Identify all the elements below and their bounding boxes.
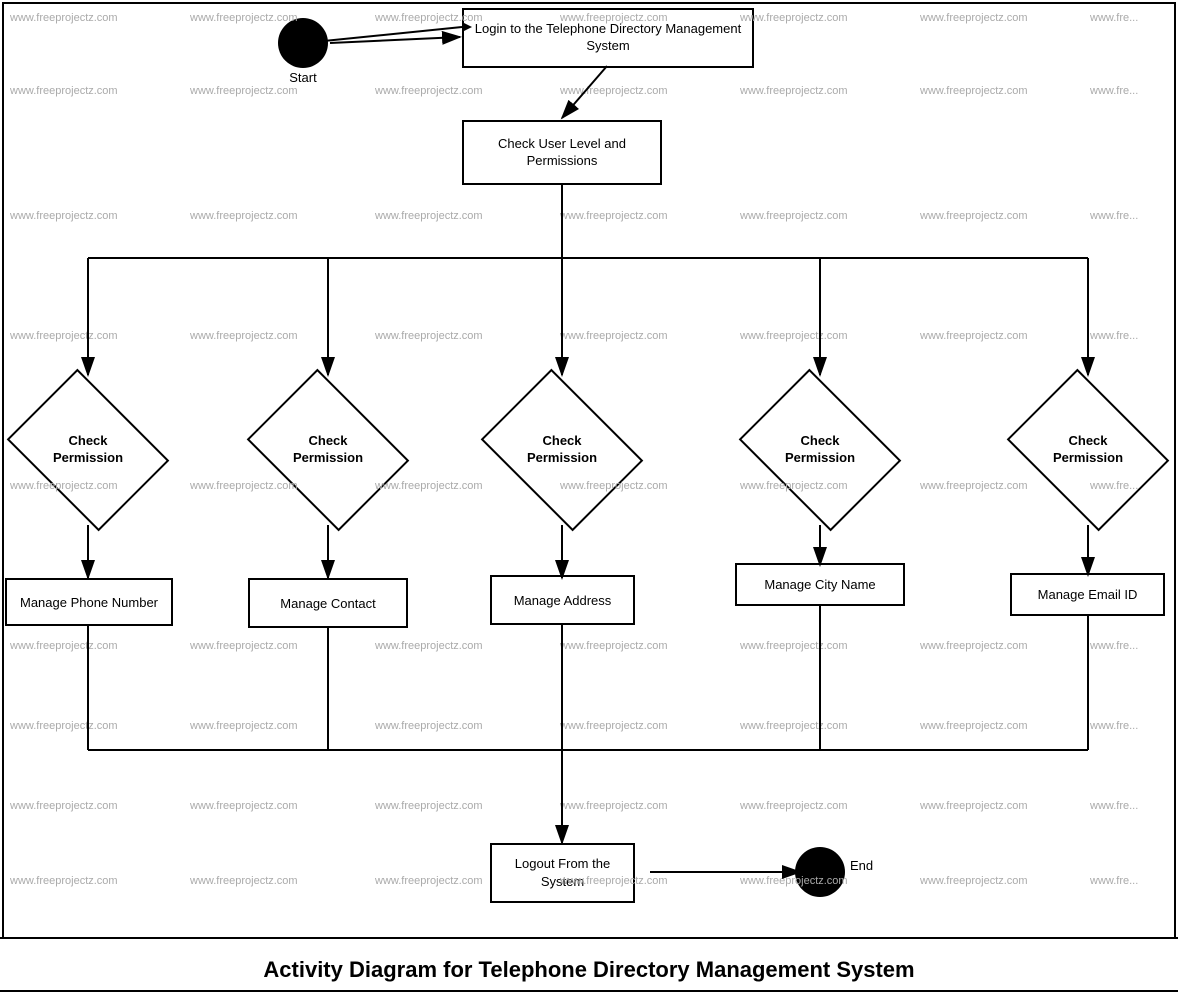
manage-city-box: Manage City Name xyxy=(735,563,905,606)
wm: www.freeprojectz.com xyxy=(560,640,668,652)
wm: www.freeprojectz.com xyxy=(190,640,298,652)
diamond1-wrapper: CheckPermission xyxy=(20,375,156,525)
wm: www.fre... xyxy=(1090,12,1138,24)
wm: www.freeprojectz.com xyxy=(10,210,118,222)
wm: www.freeprojectz.com xyxy=(920,640,1028,652)
diamond2-text: CheckPermission xyxy=(293,433,363,467)
wm: www.fre... xyxy=(1090,875,1138,887)
check-permissions-box: Check User Level and Permissions xyxy=(462,120,662,185)
wm: www.freeprojectz.com xyxy=(375,330,483,342)
wm: www.freeprojectz.com xyxy=(375,875,483,887)
wm: www.freeprojectz.com xyxy=(920,720,1028,732)
wm: www.freeprojectz.com xyxy=(10,12,118,24)
wm: www.freeprojectz.com xyxy=(740,12,848,24)
wm: www.freeprojectz.com xyxy=(190,85,298,97)
wm: www.freeprojectz.com xyxy=(920,210,1028,222)
start-label: Start xyxy=(278,70,328,85)
wm: www.freeprojectz.com xyxy=(10,85,118,97)
wm: www.freeprojectz.com xyxy=(190,800,298,812)
login-box: Login to the Telephone Directory Managem… xyxy=(462,8,754,68)
wm: www.fre... xyxy=(1090,800,1138,812)
wm: www.freeprojectz.com xyxy=(740,720,848,732)
wm: www.freeprojectz.com xyxy=(560,330,668,342)
wm: www.freeprojectz.com xyxy=(560,85,668,97)
wm: www.freeprojectz.com xyxy=(190,720,298,732)
manage-phone-box: Manage Phone Number xyxy=(5,578,173,626)
wm: www.freeprojectz.com xyxy=(375,800,483,812)
wm: www.freeprojectz.com xyxy=(10,875,118,887)
wm: www.fre... xyxy=(1090,210,1138,222)
wm: www.freeprojectz.com xyxy=(740,800,848,812)
diamond2-wrapper: CheckPermission xyxy=(260,375,396,525)
wm: www.freeprojectz.com xyxy=(190,210,298,222)
wm: www.freeprojectz.com xyxy=(10,720,118,732)
wm: www.fre... xyxy=(1090,640,1138,652)
wm: www.fre... xyxy=(1090,330,1138,342)
wm: www.freeprojectz.com xyxy=(740,330,848,342)
wm: www.freeprojectz.com xyxy=(920,330,1028,342)
wm: www.freeprojectz.com xyxy=(560,210,668,222)
wm: www.freeprojectz.com xyxy=(740,640,848,652)
end-label: End xyxy=(850,858,873,873)
wm: www.freeprojectz.com xyxy=(10,640,118,652)
wm: www.freeprojectz.com xyxy=(560,720,668,732)
wm: www.freeprojectz.com xyxy=(375,720,483,732)
wm: www.freeprojectz.com xyxy=(560,800,668,812)
wm: www.freeprojectz.com xyxy=(375,85,483,97)
wm: www.freeprojectz.com xyxy=(740,85,848,97)
start-circle xyxy=(278,18,328,68)
manage-contact-box: Manage Contact xyxy=(248,578,408,628)
diagram-title: Activity Diagram for Telephone Directory… xyxy=(0,937,1178,992)
diagram-container: www.freeprojectz.com www.freeprojectz.co… xyxy=(0,0,1178,992)
manage-address-box: Manage Address xyxy=(490,575,635,625)
wm: www.freeprojectz.com xyxy=(920,480,1028,492)
diamond3-text: CheckPermission xyxy=(527,433,597,467)
manage-email-box: Manage Email ID xyxy=(1010,573,1165,616)
diamond4-wrapper: CheckPermission xyxy=(752,375,888,525)
wm: www.freeprojectz.com xyxy=(375,210,483,222)
diamond5-wrapper: CheckPermission xyxy=(1020,375,1156,525)
wm: www.fre... xyxy=(1090,720,1138,732)
wm: www.fre... xyxy=(1090,85,1138,97)
diamond3-wrapper: CheckPermission xyxy=(494,375,630,525)
wm: www.freeprojectz.com xyxy=(920,875,1028,887)
diamond1-text: CheckPermission xyxy=(53,433,123,467)
wm: www.freeprojectz.com xyxy=(920,85,1028,97)
wm: www.freeprojectz.com xyxy=(920,800,1028,812)
end-circle xyxy=(795,847,845,897)
wm: www.freeprojectz.com xyxy=(190,875,298,887)
wm: www.freeprojectz.com xyxy=(10,330,118,342)
wm: www.freeprojectz.com xyxy=(10,800,118,812)
wm: www.freeprojectz.com xyxy=(740,210,848,222)
diamond5-text: CheckPermission xyxy=(1053,433,1123,467)
diamond4-text: CheckPermission xyxy=(785,433,855,467)
wm: www.freeprojectz.com xyxy=(920,12,1028,24)
wm: www.freeprojectz.com xyxy=(190,12,298,24)
logout-box: Logout From the System xyxy=(490,843,635,903)
wm: www.freeprojectz.com xyxy=(190,330,298,342)
wm: www.freeprojectz.com xyxy=(375,640,483,652)
